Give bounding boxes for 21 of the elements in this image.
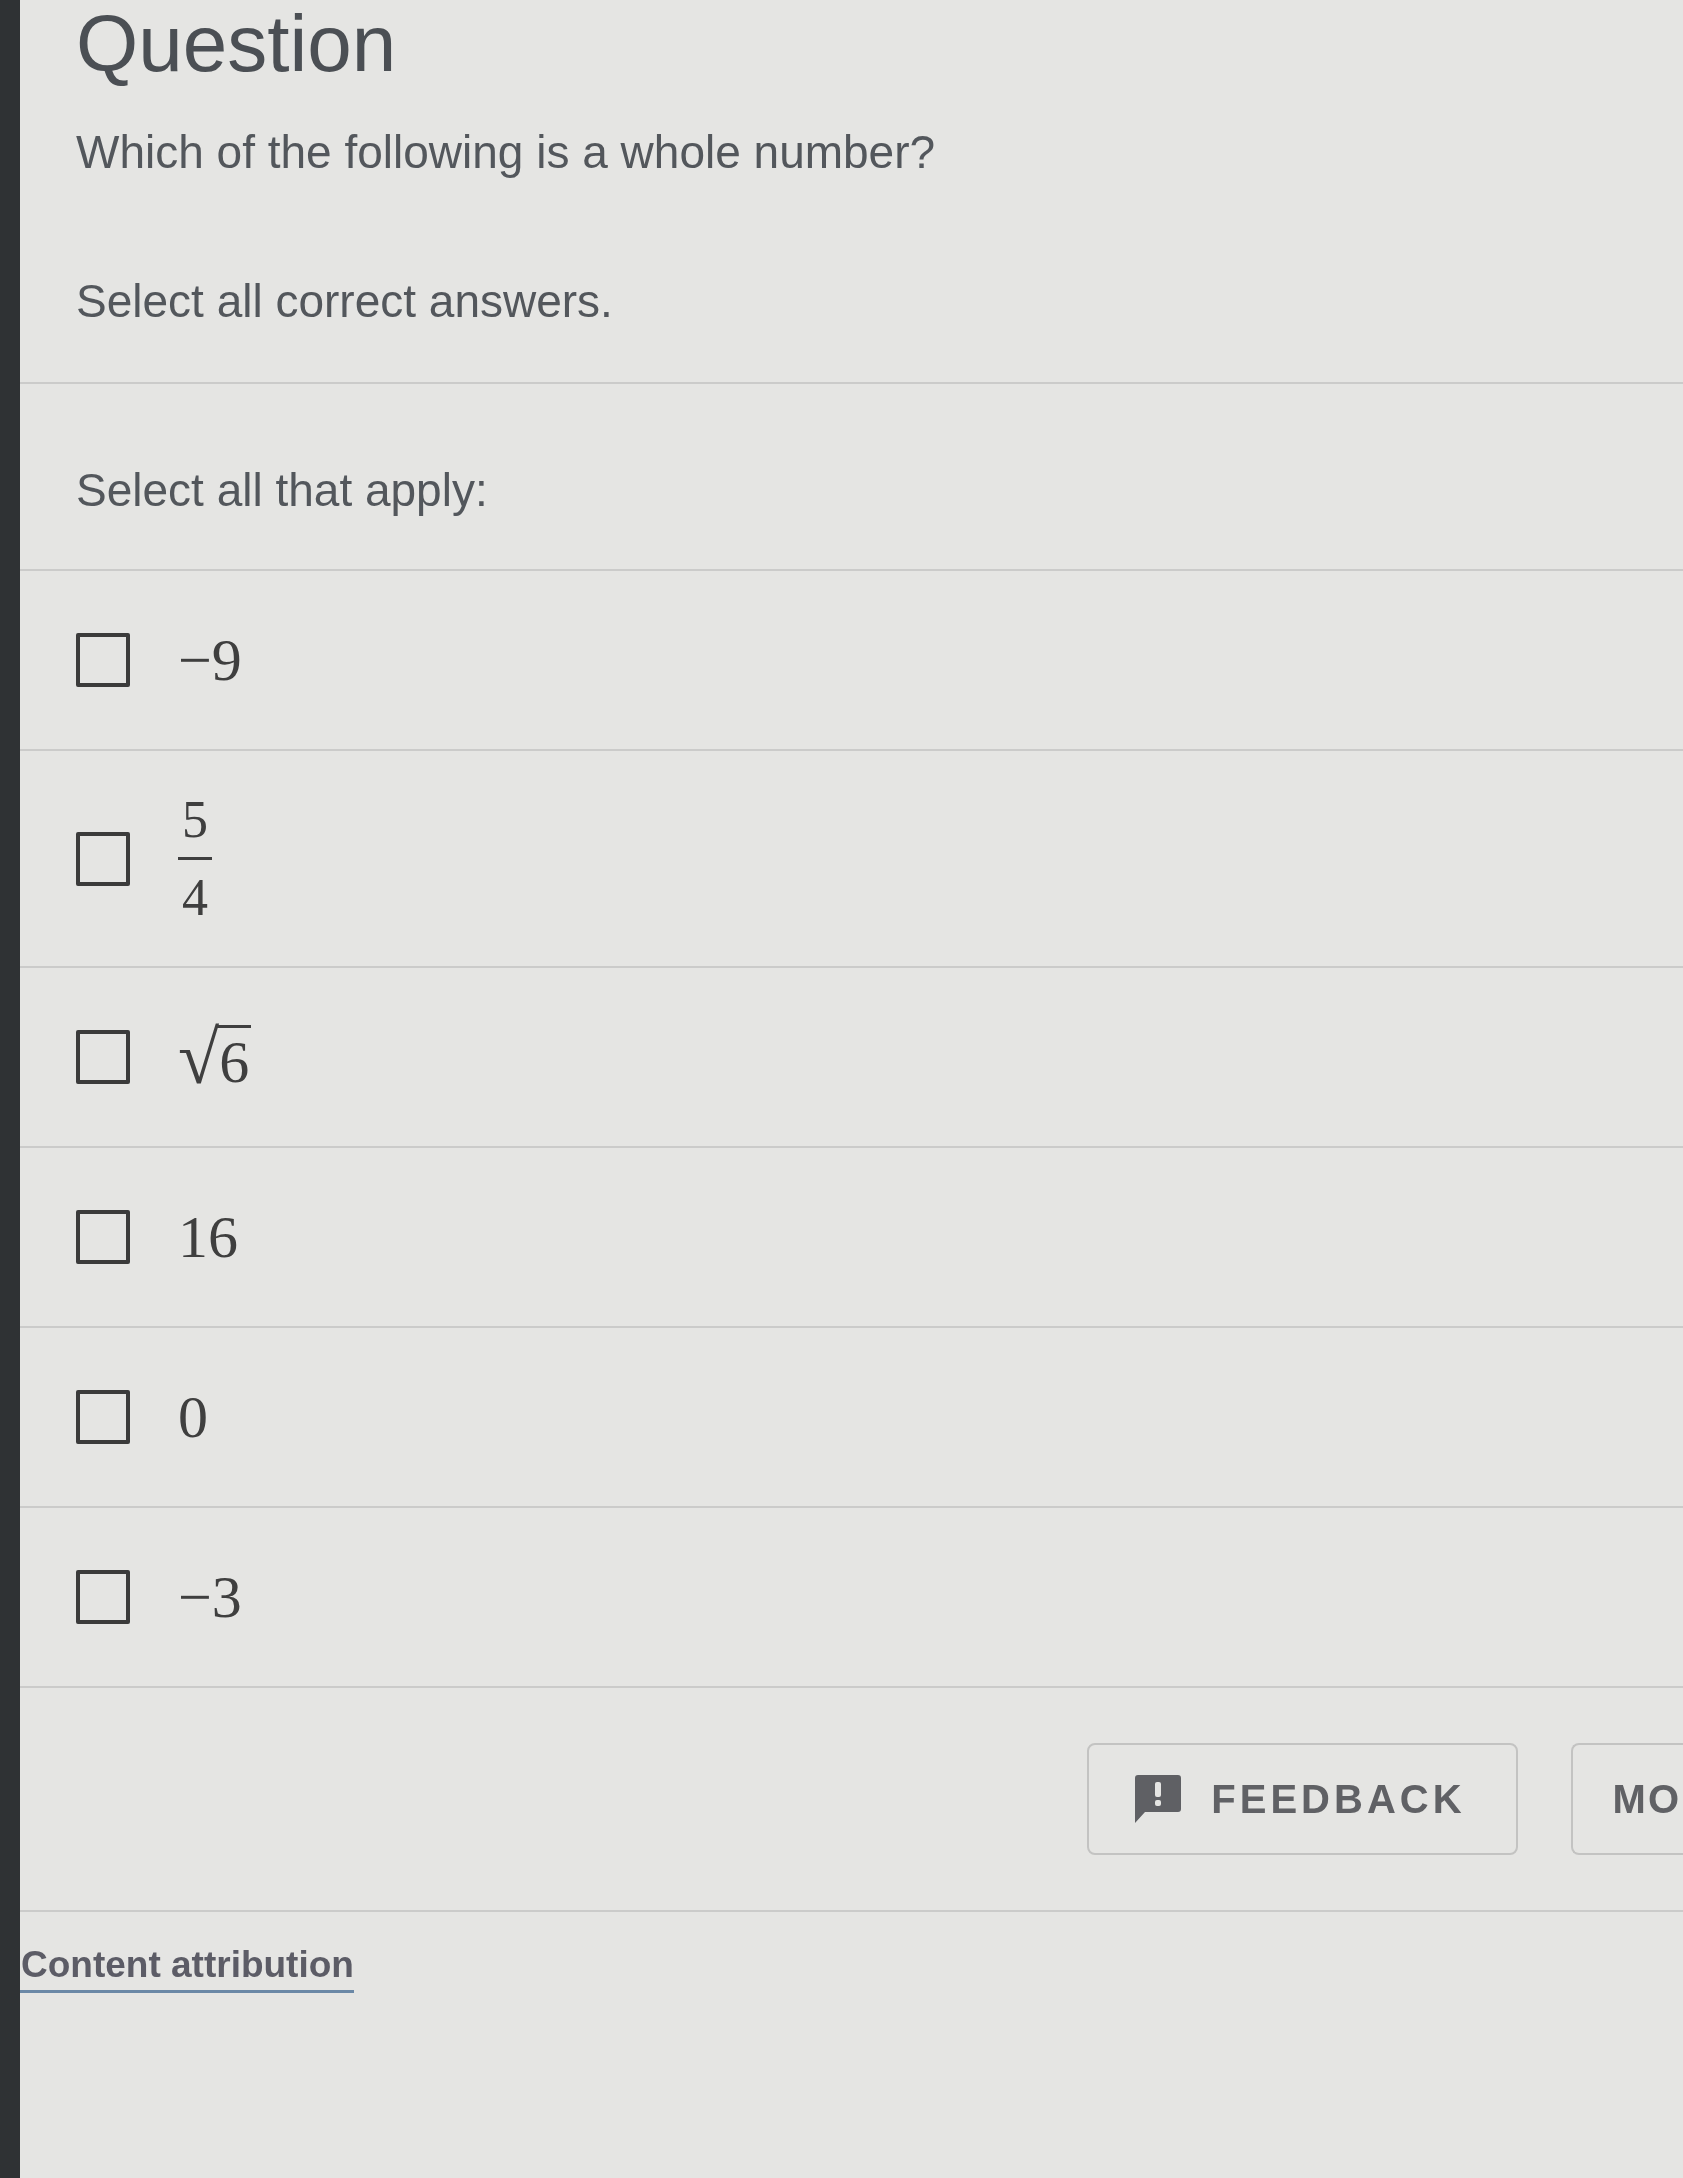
checkbox[interactable] [76, 831, 130, 886]
speech-bubble-icon [1135, 1775, 1182, 1824]
answer-value: −9 [178, 627, 242, 693]
checkbox[interactable] [76, 1390, 130, 1445]
instruction-text: Select all correct answers. [76, 274, 613, 329]
answer-prompt: Select all that apply: [76, 463, 488, 518]
checkbox[interactable] [76, 1570, 130, 1625]
checkbox[interactable] [76, 1030, 130, 1085]
section-heading: Question [76, 0, 397, 84]
answer-value: 0 [178, 1384, 208, 1451]
answer-value: 16 [178, 1204, 238, 1271]
answer-value: −3 [178, 1564, 242, 1631]
checkbox[interactable] [76, 633, 130, 687]
fraction-denominator: 4 [181, 869, 209, 927]
checkbox[interactable] [76, 1210, 130, 1265]
radical-sign: √ [178, 1019, 220, 1095]
feedback-button[interactable]: FEEDBACK [1087, 1743, 1518, 1856]
question-text: Which of the following is a whole number? [76, 125, 936, 180]
cut-off-button[interactable]: MO [1570, 1743, 1683, 1856]
fraction-numerator: 5 [181, 791, 209, 849]
content-attribution-link[interactable]: Content attribution [20, 1942, 354, 1994]
